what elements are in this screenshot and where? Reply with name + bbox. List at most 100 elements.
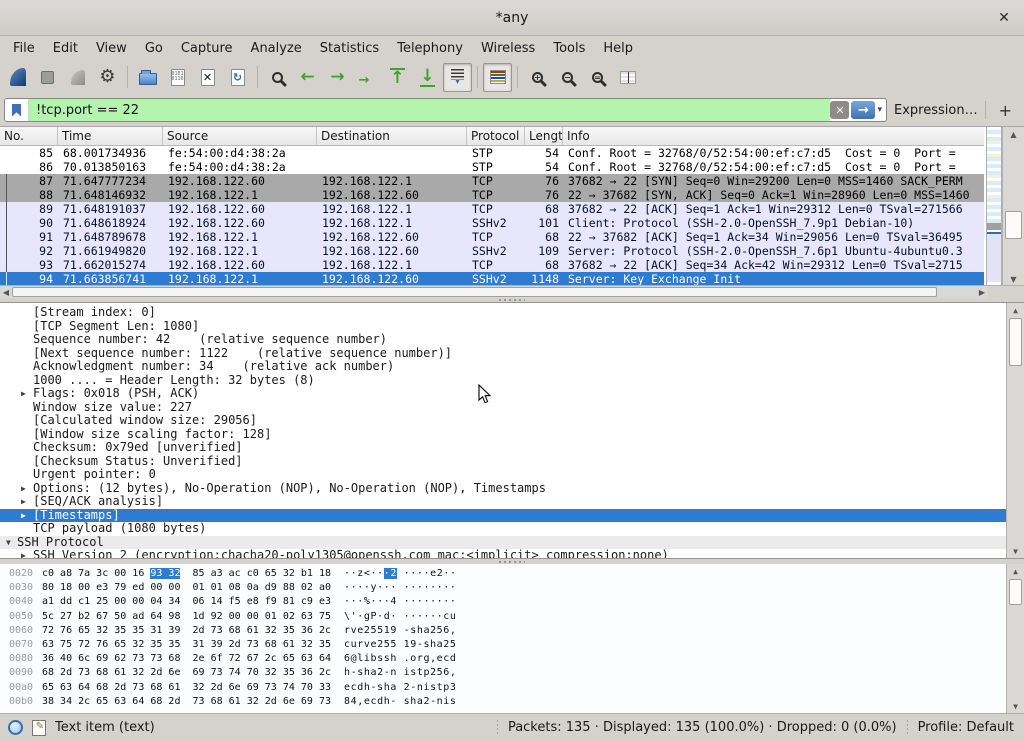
menu-capture[interactable]: Capture <box>172 39 242 58</box>
column-header-protocol[interactable]: Protocol <box>467 127 525 145</box>
hex-row[interactable]: 0090 68 2d 73 68 61 32 2d 6e 69 73 74 70… <box>0 666 1024 680</box>
menu-go[interactable]: Go <box>136 39 172 58</box>
first-packet-button[interactable]: ↑ <box>383 63 412 92</box>
expander-icon[interactable]: ▶ <box>21 387 26 401</box>
menu-edit[interactable]: Edit <box>44 39 87 58</box>
detail-row[interactable]: Acknowledgment number: 34 (relative ack … <box>0 360 1024 374</box>
column-header-no[interactable]: No. <box>0 127 58 145</box>
last-packet-button[interactable]: ↓ <box>413 63 442 92</box>
packet-row[interactable]: 92 71.661949820 192.168.122.1 192.168.12… <box>0 244 984 258</box>
restart-capture-button[interactable] <box>63 63 92 92</box>
scroll-down-icon[interactable]: ▼ <box>1007 544 1024 558</box>
menu-wireless[interactable]: Wireless <box>472 39 544 58</box>
packet-row[interactable]: 87 71.647777234 192.168.122.60 192.168.1… <box>0 174 984 188</box>
zoom-in-button[interactable]: + <box>523 63 552 92</box>
window-close-button[interactable]: ✕ <box>994 8 1014 28</box>
detail-row[interactable]: Urgent pointer: 0 <box>0 468 1024 482</box>
detail-row[interactable]: Sequence number: 42 (relative sequence n… <box>0 333 1024 347</box>
detail-row[interactable]: [Next sequence number: 1122 (relative se… <box>0 347 1024 361</box>
expression-button[interactable]: Expression… <box>894 103 978 118</box>
column-header-length[interactable]: Length <box>525 127 563 145</box>
scrollbar-thumb[interactable] <box>1009 318 1022 366</box>
goto-packet-button[interactable]: → <box>353 63 382 92</box>
expander-icon[interactable]: ▶ <box>21 482 26 496</box>
hex-row[interactable]: 0060 72 76 65 32 35 35 31 39 2d 73 68 61… <box>0 624 1024 638</box>
hex-row[interactable]: 0080 36 40 6c 69 62 73 73 68 2e 6f 72 67… <box>0 652 1024 666</box>
display-filter-input[interactable]: !tcp.port == 22 <box>29 99 830 121</box>
packet-list-hscrollbar[interactable]: ◀ ▶ <box>0 285 988 298</box>
packet-row[interactable]: 85 68.001734936 fe:54:00:d4:38:2a STP 54… <box>0 146 984 160</box>
hex-row[interactable]: 00a0 65 63 64 68 2d 73 68 61 32 2d 6e 69… <box>0 681 1024 695</box>
hex-row[interactable]: 0020 c0 a8 7a 3c 00 16 93 32 85 a3 ac c0… <box>0 567 1024 581</box>
open-file-button[interactable] <box>133 63 162 92</box>
detail-row[interactable]: ▼SSH Protocol <box>0 536 1024 550</box>
expander-icon[interactable]: ▼ <box>6 536 11 550</box>
scroll-up-icon[interactable]: ▲ <box>1003 127 1024 141</box>
scroll-up-icon[interactable]: ▲ <box>1007 564 1024 578</box>
hex-row[interactable]: 0030 80 18 00 e3 79 ed 00 00 01 01 08 0a… <box>0 581 1024 595</box>
expander-icon[interactable]: ▶ <box>21 495 26 509</box>
scrollbar-thumb[interactable] <box>12 287 937 297</box>
detail-row[interactable]: [TCP Segment Len: 1080] <box>0 320 1024 334</box>
filter-apply-button[interactable]: → <box>851 101 875 119</box>
close-file-button[interactable]: ✕ <box>193 63 222 92</box>
scrollbar-thumb[interactable] <box>1005 211 1022 239</box>
packet-row[interactable]: 88 71.648146932 192.168.122.1 192.168.12… <box>0 188 984 202</box>
previous-packet-button[interactable]: ← <box>293 63 322 92</box>
hex-row[interactable]: 0070 63 75 72 76 65 32 35 35 31 39 2d 73… <box>0 638 1024 652</box>
packet-row[interactable]: 89 71.648191037 192.168.122.60 192.168.1… <box>0 202 984 216</box>
expander-icon[interactable]: ▶ <box>21 509 26 523</box>
detail-row[interactable]: Window size value: 227 <box>0 401 1024 415</box>
column-header-source[interactable]: Source <box>163 127 317 145</box>
menu-file[interactable]: File <box>4 39 44 58</box>
detail-row[interactable]: ▶[Timestamps] <box>0 509 1024 523</box>
find-packet-button[interactable] <box>263 63 292 92</box>
scroll-down-icon[interactable]: ▼ <box>1007 699 1024 713</box>
packet-list-vscrollbar[interactable]: ▲ ▼ <box>1002 127 1024 286</box>
detail-row[interactable]: ▶Options: (12 bytes), No-Operation (NOP)… <box>0 482 1024 496</box>
resize-columns-button[interactable] <box>613 63 642 92</box>
expert-info-icon[interactable] <box>8 720 23 735</box>
scroll-down-icon[interactable]: ▼ <box>1003 272 1024 286</box>
detail-row[interactable]: [Window size scaling factor: 128] <box>0 428 1024 442</box>
save-file-button[interactable]: 01010110 <box>163 63 192 92</box>
column-header-time[interactable]: Time <box>58 127 163 145</box>
detail-row[interactable]: [Checksum Status: Unverified] <box>0 455 1024 469</box>
hex-row[interactable]: 0050 5c 27 b2 67 50 ad 64 98 1d 92 00 00… <box>0 610 1024 624</box>
detail-row[interactable]: Checksum: 0x79ed [unverified] <box>0 441 1024 455</box>
capture-options-button[interactable]: ⚙ <box>93 63 122 92</box>
scroll-right-icon[interactable]: ▶ <box>976 286 988 298</box>
intelligent-scrollbar-minimap[interactable] <box>986 127 1002 286</box>
filter-bookmark-button[interactable] <box>5 99 29 121</box>
expander-icon[interactable]: ▶ <box>21 549 26 559</box>
menu-telephony[interactable]: Telephony <box>388 39 472 58</box>
display-filter-field[interactable]: !tcp.port == 22 ✕ → ▾ <box>4 98 887 122</box>
hex-row[interactable]: 00b0 38 34 2c 65 63 64 68 2d 73 68 61 32… <box>0 695 1024 709</box>
detail-row[interactable]: [Stream index: 0] <box>0 306 1024 320</box>
detail-row[interactable]: TCP payload (1080 bytes) <box>0 522 1024 536</box>
scrollbar-thumb[interactable] <box>1009 579 1022 605</box>
status-profile[interactable]: Profile: Default <box>918 720 1014 735</box>
packet-row[interactable]: 94 71.663856741 192.168.122.1 192.168.12… <box>0 272 984 286</box>
colorize-button[interactable] <box>483 63 512 92</box>
menu-view[interactable]: View <box>87 39 136 58</box>
start-capture-button[interactable] <box>3 63 32 92</box>
autoscroll-button[interactable]: ▾ <box>443 63 472 92</box>
stop-capture-button[interactable] <box>33 63 62 92</box>
column-header-destination[interactable]: Destination <box>317 127 467 145</box>
packet-row[interactable]: 91 71.648789678 192.168.122.1 192.168.12… <box>0 230 984 244</box>
details-vscrollbar[interactable]: ▲ ▼ <box>1006 303 1024 558</box>
detail-row[interactable]: [Calculated window size: 29056] <box>0 414 1024 428</box>
reload-file-button[interactable]: ↻ <box>223 63 252 92</box>
add-filter-button[interactable]: + <box>993 101 1018 120</box>
column-header-info[interactable]: Info <box>563 127 984 145</box>
detail-row[interactable]: 1000 .... = Header Length: 32 bytes (8) <box>0 374 1024 388</box>
bytes-vscrollbar[interactable]: ▲ ▼ <box>1006 564 1024 713</box>
filter-clear-button[interactable]: ✕ <box>830 101 849 119</box>
menu-statistics[interactable]: Statistics <box>311 39 388 58</box>
detail-row[interactable]: ▶SSH Version 2 (encryption:chacha20-poly… <box>0 549 1024 559</box>
detail-row[interactable]: ▶Flags: 0x018 (PSH, ACK) <box>0 387 1024 401</box>
menu-analyze[interactable]: Analyze <box>242 39 311 58</box>
scroll-left-icon[interactable]: ◀ <box>0 286 12 298</box>
capture-comment-icon[interactable]: ✎ <box>32 720 46 736</box>
